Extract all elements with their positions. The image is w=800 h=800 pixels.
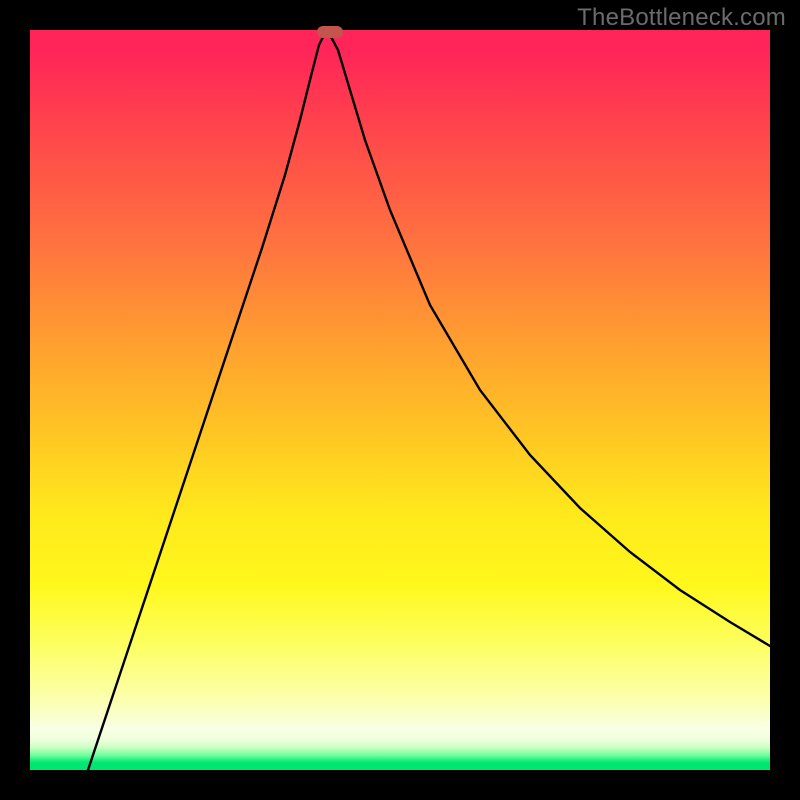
bottleneck-curve-svg: [30, 30, 770, 770]
watermark-text: TheBottleneck.com: [577, 4, 786, 32]
bottleneck-curve-path: [88, 35, 770, 770]
chart-plot-area: [30, 30, 770, 770]
bottleneck-marker: [317, 26, 343, 38]
